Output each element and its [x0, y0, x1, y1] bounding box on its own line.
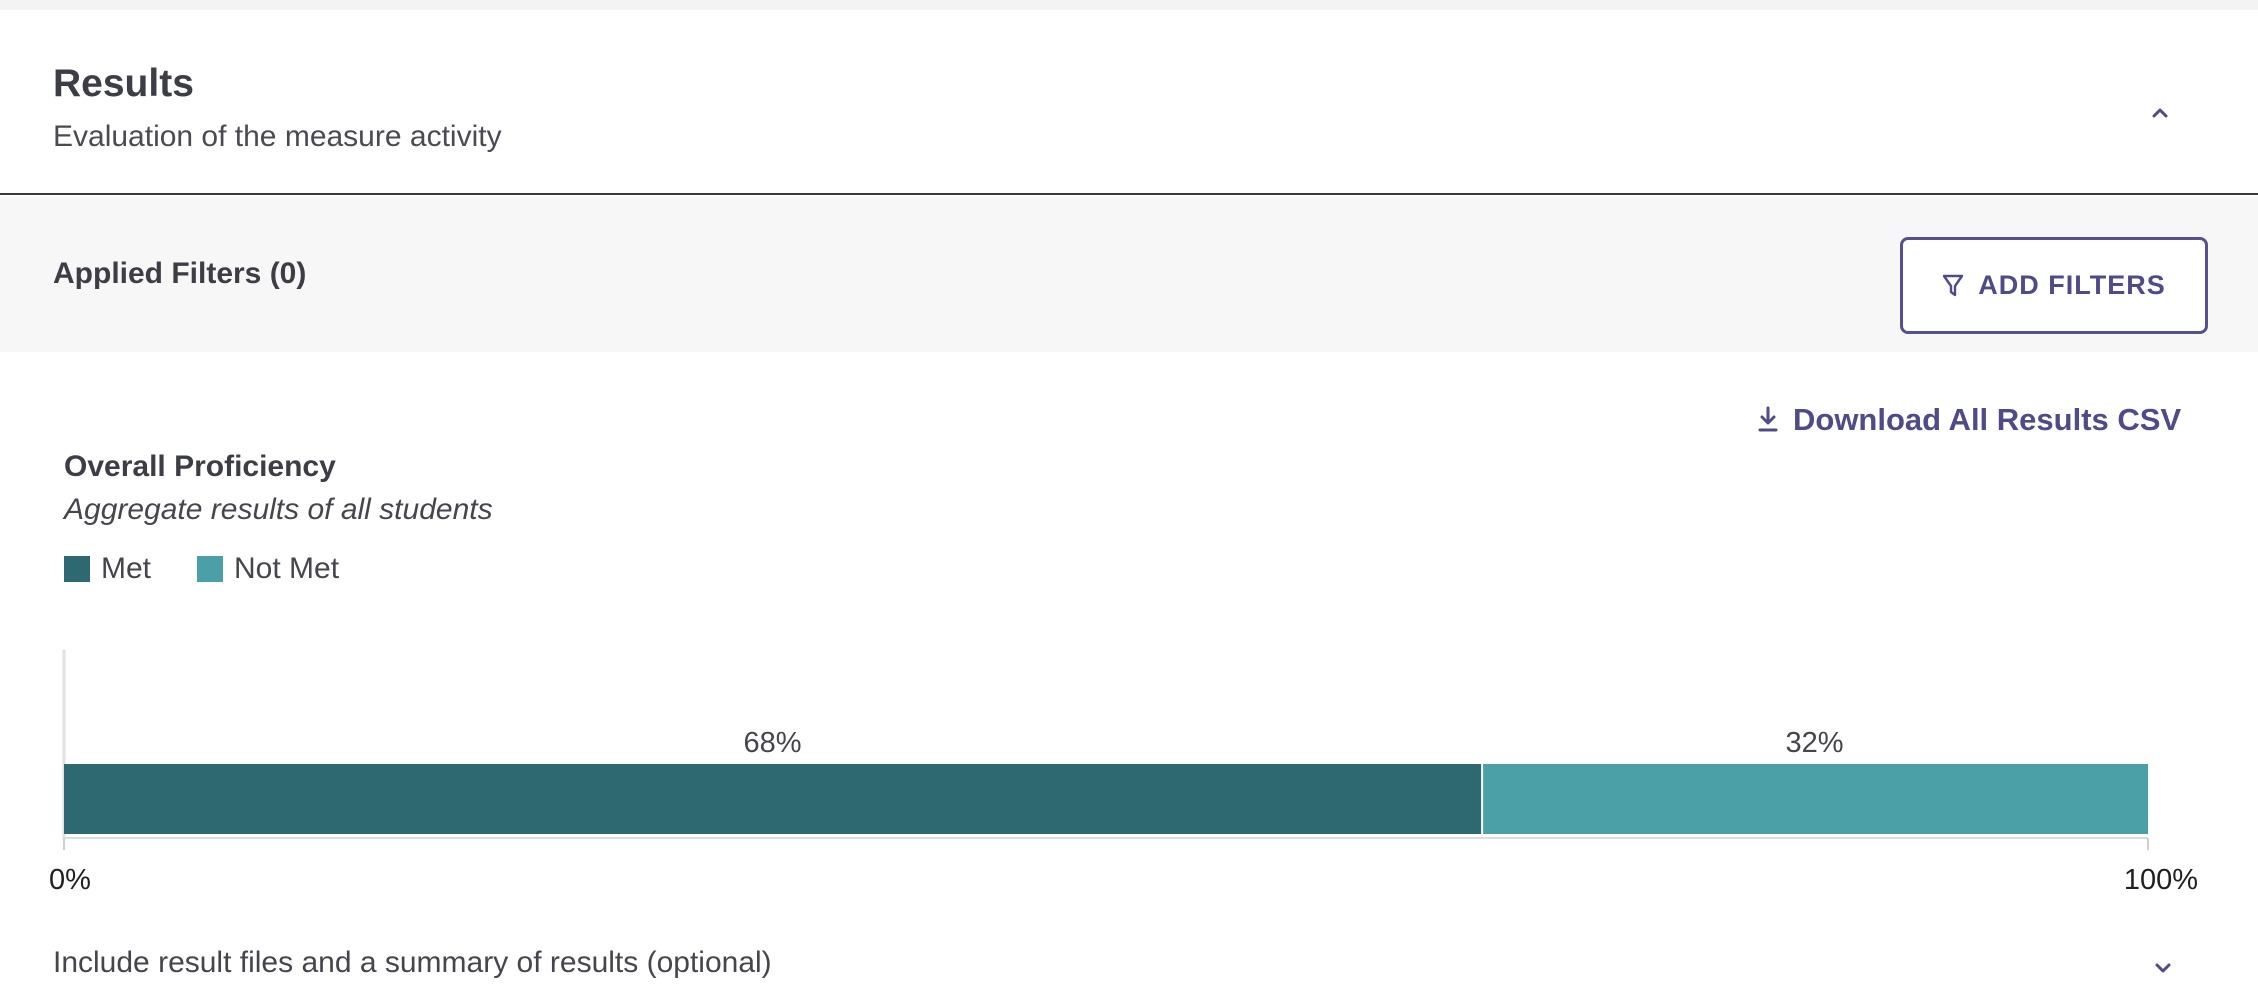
x-tick-label-start: 0% — [49, 864, 91, 896]
legend-swatch-met — [64, 556, 90, 582]
bar-segment-met — [64, 764, 1482, 834]
chevron-up-icon — [2152, 108, 2168, 118]
legend-item-met: Met — [64, 552, 151, 586]
section-subtitle: Evaluation of the measure activity — [53, 120, 502, 153]
x-tick-label-end: 100% — [2124, 864, 2198, 896]
section-title: Results — [53, 62, 194, 105]
result-files-label: Include result files and a summary of re… — [53, 946, 772, 979]
collapse-button[interactable] — [2140, 92, 2180, 132]
legend-item-not-met: Not Met — [197, 552, 339, 586]
legend-swatch-not-met — [197, 556, 224, 582]
chart-legend: Met Not Met — [64, 552, 385, 586]
chart-title: Overall Proficiency — [64, 450, 336, 483]
legend-label-not-met: Not Met — [234, 552, 340, 585]
download-label: Download All Results CSV — [1793, 402, 2182, 437]
chevron-down-icon — [2155, 963, 2171, 973]
chart-subtitle: Aggregate results of all students — [64, 493, 493, 526]
download-icon — [1758, 406, 1778, 432]
applied-filters-label: Applied Filters (0) — [53, 257, 307, 290]
bar-segment-not-met — [1483, 764, 2148, 834]
data-label-not-met: 32% — [1786, 727, 1844, 759]
download-results-csv-link[interactable]: Download All Results CSV — [1755, 402, 2181, 438]
filter-icon — [1943, 274, 1964, 296]
add-filters-button[interactable]: ADD FILTERS — [1900, 237, 2208, 334]
proficiency-bar-chart: 68% 32% 0% 100% — [49, 650, 2198, 896]
data-label-met: 68% — [744, 727, 802, 759]
add-filters-label: ADD FILTERS — [1978, 270, 2166, 300]
legend-label-met: Met — [101, 552, 152, 585]
applied-filters-bar: Applied Filters (0) ADD FILTERS — [0, 197, 2258, 352]
results-header: Results Evaluation of the measure activi… — [0, 10, 2258, 195]
results-card: Results Evaluation of the measure activi… — [0, 10, 2258, 1006]
result-files-expander[interactable]: Include result files and a summary of re… — [0, 940, 2258, 1000]
